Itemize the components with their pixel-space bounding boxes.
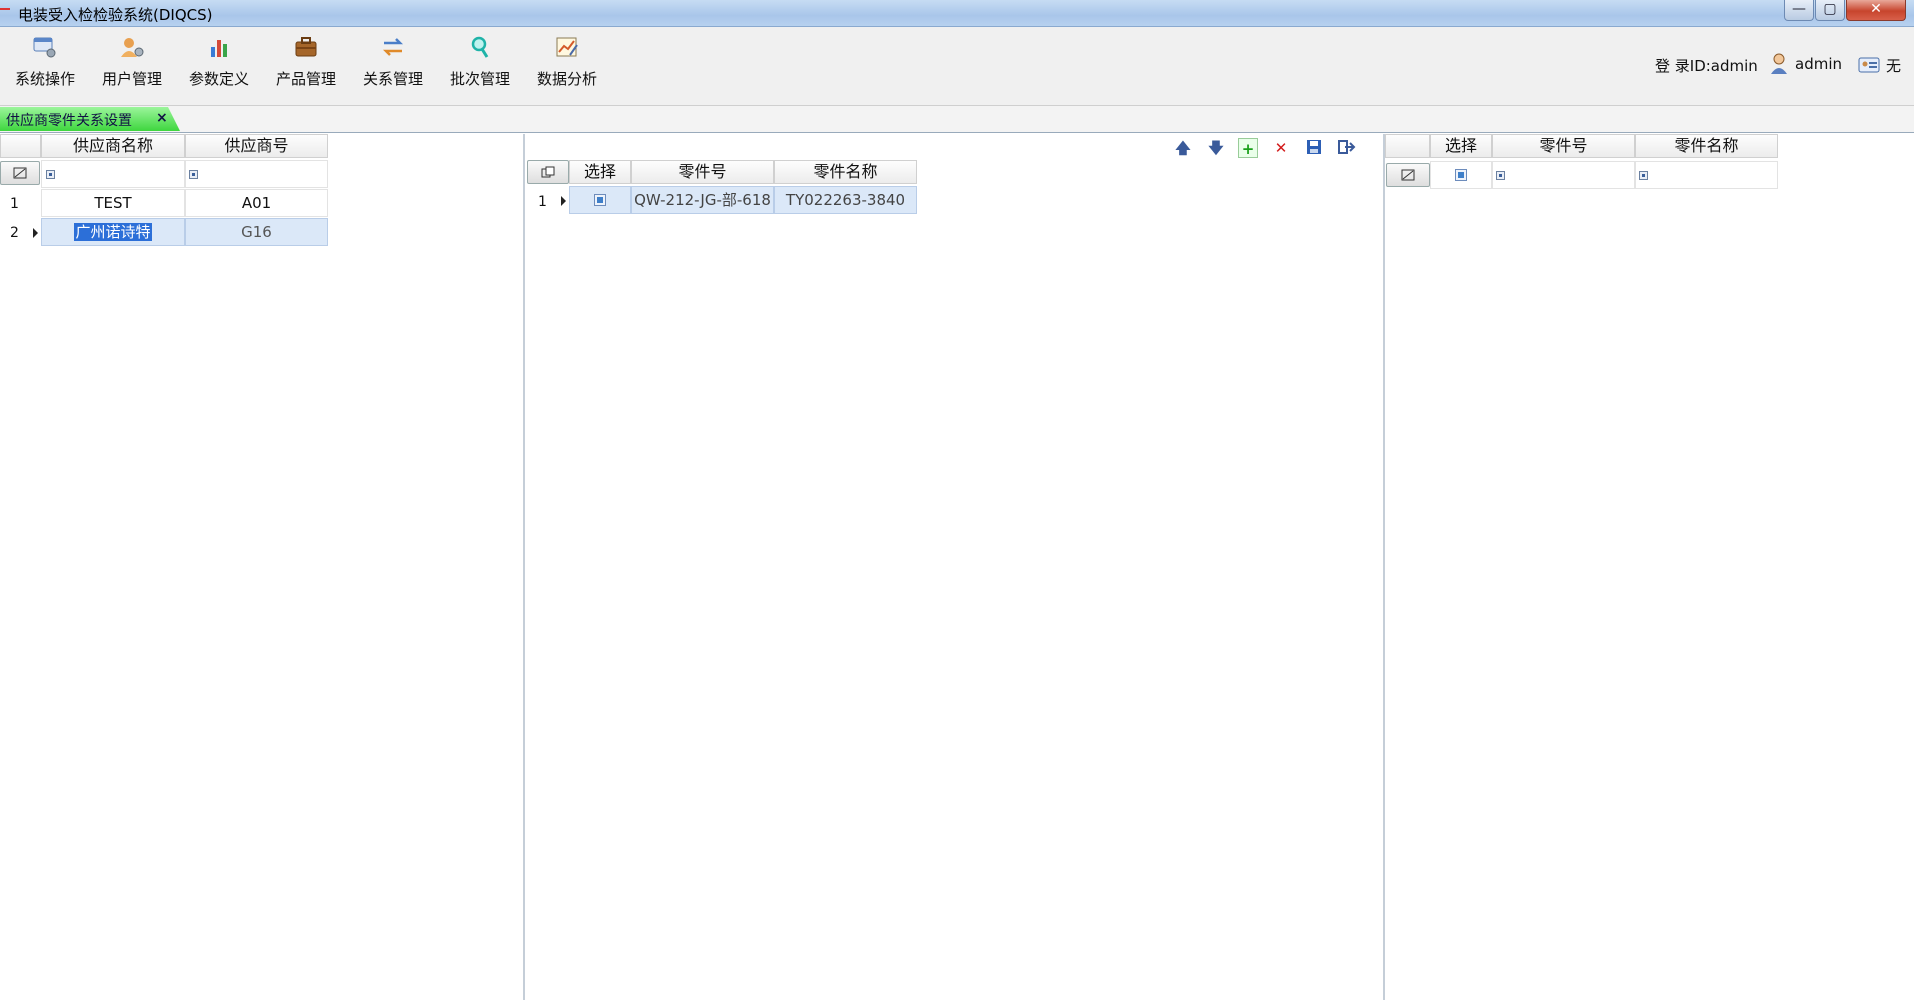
move-down-icon[interactable]: 🡇 (1206, 138, 1226, 158)
column-header-part-name[interactable]: 零件名称 (1635, 134, 1778, 158)
column-header-select[interactable]: 选择 (1430, 134, 1492, 158)
save-icon[interactable] (1306, 139, 1322, 155)
toolbar-data-analysis[interactable]: 数据分析 (528, 35, 606, 89)
filter-toggle-button[interactable] (0, 161, 40, 185)
window-titlebar: 电装受入检检验系统(DIQCS) — ▢ ✕ (0, 0, 1914, 27)
toolbar-label: 用户管理 (101, 70, 162, 88)
table-row-supplier-code[interactable]: G16 (185, 218, 328, 246)
filter-cell-part-name[interactable] (1635, 161, 1778, 189)
toolbar-label: 数据分析 (536, 70, 597, 88)
table-row-part-no[interactable]: QW-212-JG-部-618 (631, 186, 774, 214)
system-settings-icon (33, 37, 56, 58)
filter-cell-supplier-code[interactable] (185, 160, 328, 188)
filter-cell-part-no[interactable] (1492, 161, 1635, 189)
row-checkbox[interactable] (594, 194, 606, 206)
exit-icon[interactable] (1338, 139, 1356, 155)
toolbar-label: 产品管理 (275, 70, 336, 88)
filter-operator-icon[interactable] (189, 170, 198, 179)
column-header-supplier-code[interactable]: 供应商号 (185, 134, 328, 158)
tab-close-icon[interactable]: × (156, 110, 168, 126)
toolbar-batch-management[interactable]: 批次管理 (441, 35, 519, 89)
user-avatar-icon (1771, 53, 1787, 74)
filter-toggle-button[interactable] (1386, 163, 1430, 187)
current-row-arrow-icon (33, 228, 38, 238)
login-id-label: 登 录ID:admin (1655, 57, 1758, 75)
filter-cell-supplier-name[interactable] (41, 160, 185, 188)
current-row-arrow-icon (561, 196, 566, 206)
column-header-part-name[interactable]: 零件名称 (774, 160, 917, 184)
toolbar-product-management[interactable]: 产品管理 (267, 35, 345, 89)
department-label: 无 (1886, 57, 1902, 75)
main-toolbar: 系统操作 用户管理 参数定义 产品管理 关系管理 批次管理 数据分析 登 录ID… (0, 27, 1914, 106)
tab-strip: 供应商零件关系设置 × (0, 106, 1914, 133)
selected-text: 广州诺诗特 (74, 223, 152, 241)
filter-checkbox[interactable] (1455, 169, 1467, 181)
linked-parts-panel (525, 134, 1383, 1000)
tab-supplier-part-relation[interactable]: 供应商零件关系设置 × (0, 107, 180, 131)
toolbar-label: 关系管理 (362, 70, 423, 88)
toolbar-user-management[interactable]: 用户管理 (93, 35, 171, 89)
briefcase-icon (295, 37, 317, 57)
grid-corner-header (1385, 134, 1430, 158)
table-row-supplier-code[interactable]: A01 (185, 189, 328, 217)
select-all-icon (541, 166, 555, 178)
select-all-button[interactable] (527, 160, 569, 184)
toolbar-label: 批次管理 (449, 70, 510, 88)
table-row-supplier-name[interactable]: TEST (41, 189, 185, 217)
filter-operator-icon[interactable] (46, 170, 55, 179)
column-header-supplier-name[interactable]: 供应商名称 (41, 134, 185, 158)
toolbar-label: 系统操作 (14, 70, 75, 88)
filter-toggle-icon (1401, 169, 1415, 181)
filter-operator-icon[interactable] (1639, 171, 1648, 180)
id-card-icon (1858, 57, 1880, 73)
column-header-part-no[interactable]: 零件号 (631, 160, 774, 184)
available-parts-panel (1385, 134, 1914, 1000)
toolbar-parameter-definition[interactable]: 参数定义 (180, 35, 258, 89)
toolbar-system-operation[interactable]: 系统操作 (6, 35, 84, 89)
column-header-select[interactable]: 选择 (569, 160, 631, 184)
column-header-part-no[interactable]: 零件号 (1492, 134, 1635, 158)
grid-corner-header (0, 134, 41, 158)
magnifier-icon (471, 36, 489, 58)
row-number: 1 (538, 194, 547, 210)
toolbar-relation-management[interactable]: 关系管理 (354, 35, 432, 89)
close-button[interactable]: ✕ (1846, 0, 1906, 21)
bar-chart-icon (211, 40, 227, 57)
filter-operator-icon[interactable] (1496, 171, 1505, 180)
toolbar-label: 参数定义 (188, 70, 249, 88)
minimize-icon: — (1792, 1, 1806, 17)
username-label: admin (1795, 55, 1842, 73)
maximize-icon: ▢ (1823, 1, 1837, 17)
window-title: 电装受入检检验系统(DIQCS) (18, 6, 213, 24)
chart-edit-icon (556, 37, 578, 57)
add-icon[interactable]: + (1238, 138, 1258, 158)
swap-arrows-icon (382, 38, 404, 56)
filter-toggle-icon (13, 167, 27, 179)
row-number: 2 (10, 225, 19, 241)
user-manage-icon (121, 38, 144, 57)
supplier-panel: 供应商名称 供应商号 1 TEST A01 2 广州诺诗特 G16 (0, 134, 523, 1000)
maximize-button[interactable]: ▢ (1815, 0, 1845, 21)
move-up-icon[interactable]: 🡅 (1173, 138, 1193, 158)
tab-label: 供应商零件关系设置 (6, 113, 132, 129)
table-row-part-name[interactable]: TY022263-3840 (774, 186, 917, 214)
table-row-supplier-name-selected[interactable]: 广州诺诗特 (41, 218, 185, 246)
app-icon (0, 8, 10, 10)
minimize-button[interactable]: — (1784, 0, 1814, 21)
close-icon: ✕ (1870, 1, 1882, 17)
delete-icon[interactable]: ✕ (1271, 138, 1291, 158)
row-number: 1 (10, 196, 19, 212)
